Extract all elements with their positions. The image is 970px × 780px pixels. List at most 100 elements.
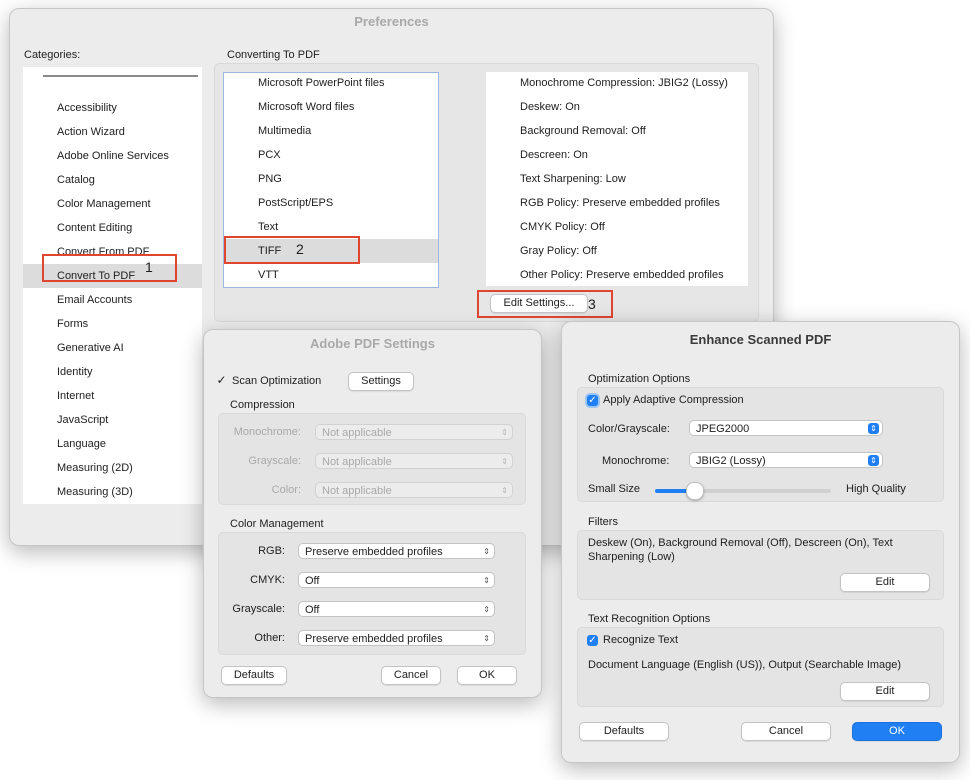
enhance-ok-button[interactable]: OK (852, 722, 942, 741)
category-item[interactable]: Accessibility (23, 96, 202, 120)
select-arrows-icon: ⇕ (501, 486, 508, 495)
scan-settings-button[interactable]: Settings (348, 372, 414, 391)
file-type-item[interactable]: PCX (224, 143, 438, 167)
select-arrows-icon: ⇕ (501, 457, 508, 466)
quality-slider[interactable] (655, 482, 831, 500)
category-item[interactable]: Generative AI (23, 336, 202, 360)
enhance-title: Enhance Scanned PDF (689, 332, 832, 347)
select-arrows-icon: ⇕ (483, 576, 490, 585)
adaptive-compression-checkbox[interactable]: ✓ (587, 395, 598, 406)
compression-select: Not applicable ⇕ (315, 482, 513, 498)
summary-label: Gray Policy: Off (520, 245, 597, 257)
filters-text: Deskew (On), Background Removal (Off), D… (588, 537, 893, 563)
summary-label: CMYK Policy: Off (520, 221, 605, 233)
file-type-item[interactable]: PNG (224, 167, 438, 191)
annotation-2: 2 (296, 241, 304, 257)
mono-label: Monochrome: (602, 455, 670, 467)
filters-edit-button[interactable]: Edit (840, 573, 930, 592)
category-item[interactable]: Email Accounts (23, 288, 202, 312)
color-gray-label: Color/Grayscale: (588, 423, 670, 435)
annotation-1: 1 (145, 259, 153, 275)
summary-label: Descreen: On (520, 149, 588, 161)
enhance-defaults-button[interactable]: Defaults (579, 722, 669, 741)
category-item[interactable]: Identity (23, 360, 202, 384)
enhance-cancel-button[interactable]: Cancel (741, 722, 831, 741)
mono-value: JBIG2 (Lossy) (696, 455, 766, 467)
summary-item: RGB Policy: Preserve embedded profiles (486, 191, 748, 215)
category-item[interactable]: Catalog (23, 168, 202, 192)
summary-item: Other Policy: Preserve embedded profiles (486, 263, 748, 286)
scan-optimization-checkbox[interactable]: ✓ (216, 374, 227, 386)
pdf-defaults-button[interactable]: Defaults (221, 666, 287, 685)
category-label: Internet (57, 390, 95, 402)
category-item[interactable]: Forms (23, 312, 202, 336)
file-type-label: Microsoft PowerPoint files (258, 77, 385, 89)
color-select[interactable]: Off ⇕ (298, 572, 495, 588)
recognize-text-checkbox[interactable]: ✓ (587, 635, 598, 646)
select-arrows-icon: ⇕ (501, 428, 508, 437)
category-label: Adobe Online Services (57, 150, 169, 162)
color-value: Preserve embedded profiles (305, 633, 443, 645)
preferences-title: Preferences (354, 14, 429, 29)
category-label: Accessibility (57, 102, 117, 114)
category-item[interactable]: Measuring (3D) (23, 480, 202, 504)
category-item[interactable]: Language (23, 432, 202, 456)
category-item[interactable]: Internet (23, 384, 202, 408)
filters-label: Filters (588, 516, 618, 528)
color-row-label: Other: (254, 632, 285, 644)
color-select[interactable]: Preserve embedded profiles ⇕ (298, 543, 495, 559)
summary-item: Descreen: On (486, 143, 748, 167)
color-row-label: Grayscale: (232, 603, 285, 615)
file-type-item[interactable]: Microsoft Word files (224, 95, 438, 119)
ocr-text: Document Language (English (US)), Output… (588, 659, 902, 671)
compression-value: Not applicable (322, 485, 392, 497)
color-select[interactable]: Preserve embedded profiles ⇕ (298, 630, 495, 646)
file-type-item[interactable]: PostScript/EPS (224, 191, 438, 215)
color-select[interactable]: Off ⇕ (298, 601, 495, 617)
recognize-text-label: Recognize Text (603, 634, 679, 646)
color-gray-select[interactable]: JPEG2000 ⇕ (689, 420, 883, 436)
section-label: Converting To PDF (227, 49, 320, 61)
category-item[interactable]: Content Editing (23, 216, 202, 240)
highlight-convert-to-pdf (42, 254, 177, 282)
file-type-label: PCX (258, 149, 281, 161)
category-item[interactable]: Adobe Online Services (23, 144, 202, 168)
file-type-item[interactable]: VTT (224, 263, 438, 287)
category-item[interactable]: JavaScript (23, 408, 202, 432)
settings-summary: Monochrome Compression: JBIG2 (Lossy) Des… (486, 72, 748, 286)
pdf-settings-dialog: Adobe PDF Settings ✓ Scan Optimization S… (203, 329, 542, 698)
category-label: Email Accounts (57, 294, 133, 306)
pdf-cancel-button[interactable]: Cancel (381, 666, 441, 685)
summary-item: Deskew: On (486, 95, 748, 119)
mono-select[interactable]: JBIG2 (Lossy) ⇕ (689, 452, 883, 468)
file-type-item[interactable]: Microsoft PowerPoint files (224, 73, 438, 95)
optimization-label: Optimization Options (588, 373, 691, 385)
summary-label: RGB Policy: Preserve embedded profiles (520, 197, 720, 209)
select-arrows-icon: ⇕ (483, 634, 490, 643)
category-label: Identity (57, 366, 93, 378)
summary-label: Monochrome Compression: JBIG2 (Lossy) (520, 77, 728, 89)
categories-label: Categories: (24, 49, 81, 61)
compression-select: Not applicable ⇕ (315, 424, 513, 440)
category-item[interactable]: Color Management (23, 192, 202, 216)
color-management-label: Color Management (230, 518, 324, 530)
category-label: Language (57, 438, 106, 450)
summary-item: Monochrome Compression: JBIG2 (Lossy) (486, 72, 748, 95)
file-type-label: VTT (258, 269, 279, 281)
file-type-label: PostScript/EPS (258, 197, 334, 209)
category-label: Generative AI (57, 342, 124, 354)
pdf-settings-title: Adobe PDF Settings (310, 336, 435, 351)
file-type-item[interactable]: Multimedia (224, 119, 438, 143)
adaptive-compression-label: Apply Adaptive Compression (603, 394, 744, 406)
categories-list[interactable]: Accessibility Action Wizard Adobe Online S… (23, 67, 202, 504)
file-type-label: PNG (258, 173, 282, 185)
slider-knob[interactable] (686, 482, 704, 500)
pdf-ok-button[interactable]: OK (457, 666, 517, 685)
summary-item: Text Sharpening: Low (486, 167, 748, 191)
ocr-edit-button[interactable]: Edit (840, 682, 930, 701)
category-item[interactable]: Measuring (2D) (23, 456, 202, 480)
file-type-label: Multimedia (258, 125, 312, 137)
select-arrows-icon: ⇕ (868, 423, 879, 434)
highlight-tiff (224, 236, 360, 264)
category-item[interactable]: Action Wizard (23, 120, 202, 144)
